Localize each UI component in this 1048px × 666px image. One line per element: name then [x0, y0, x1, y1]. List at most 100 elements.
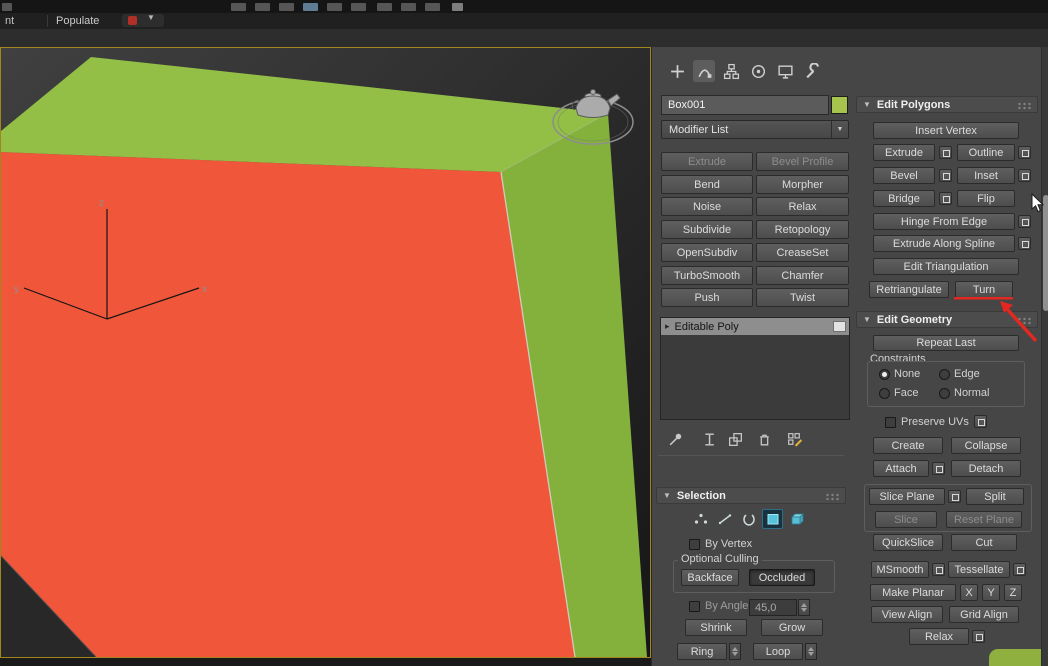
make-planar-x-button[interactable]: X: [960, 584, 978, 601]
collapse-button[interactable]: Collapse: [951, 437, 1021, 454]
modifier-stack[interactable]: ▸ Editable Poly: [660, 317, 850, 420]
subobject-element-button[interactable]: [786, 509, 807, 529]
subobject-border-button[interactable]: [738, 509, 759, 529]
modify-tab[interactable]: [693, 60, 715, 82]
extrude-settings-button[interactable]: [939, 146, 952, 159]
ring-spinner[interactable]: [729, 643, 741, 660]
preserve-uvs-checkbox[interactable]: [885, 417, 896, 428]
modifier-button-twist[interactable]: Twist: [756, 288, 849, 307]
bridge-button[interactable]: Bridge: [873, 190, 935, 207]
split-button[interactable]: Split: [966, 488, 1024, 505]
reset-plane-button[interactable]: Reset Plane: [946, 511, 1022, 528]
modifier-button-opensubdiv[interactable]: OpenSubdiv: [661, 243, 753, 262]
hierarchy-tab[interactable]: [720, 60, 742, 82]
modifier-button-push[interactable]: Push: [661, 288, 753, 307]
create-tab[interactable]: [666, 60, 688, 82]
modifier-list-dropdown[interactable]: Modifier List ▼: [661, 120, 849, 139]
modifier-button-morpher[interactable]: Morpher: [756, 175, 849, 194]
subobject-polygon-button[interactable]: [762, 509, 783, 529]
grid-align-button[interactable]: Grid Align: [949, 606, 1019, 623]
outline-settings-button[interactable]: [1018, 146, 1031, 159]
attach-button[interactable]: Attach: [873, 460, 929, 477]
pin-stack-button[interactable]: [667, 431, 684, 451]
shrink-button[interactable]: Shrink: [685, 619, 747, 636]
insert-vertex-button[interactable]: Insert Vertex: [873, 122, 1019, 139]
toolbar-partial-icon[interactable]: [303, 3, 318, 11]
backface-button[interactable]: Backface: [681, 569, 739, 586]
occluded-button[interactable]: Occluded: [749, 569, 815, 586]
ring-button[interactable]: Ring: [677, 643, 727, 660]
inset-button[interactable]: Inset: [957, 167, 1015, 184]
retriangulate-button[interactable]: Retriangulate: [869, 281, 949, 298]
toolbar-partial-icon[interactable]: [401, 3, 416, 11]
viewport-canvas[interactable]: z x y: [0, 48, 650, 658]
tessellate-button[interactable]: Tessellate: [948, 561, 1010, 578]
stack-item-editable-poly[interactable]: ▸ Editable Poly: [661, 318, 849, 335]
detach-button[interactable]: Detach: [951, 460, 1021, 477]
constraint-edge-radio[interactable]: [939, 369, 950, 380]
display-tab[interactable]: [774, 60, 796, 82]
extrude-along-spline-button[interactable]: Extrude Along Spline: [873, 235, 1015, 252]
by-angle-spinner[interactable]: [798, 599, 810, 616]
ribbon-minimize-button[interactable]: ▼: [122, 13, 164, 27]
subobject-vertex-button[interactable]: [690, 509, 711, 529]
make-planar-button[interactable]: Make Planar: [870, 584, 956, 601]
rollout-grip[interactable]: [825, 493, 840, 501]
selection-rollout-header[interactable]: ▼ Selection: [656, 487, 846, 504]
ribbon-tab-partial[interactable]: nt: [5, 15, 14, 27]
rollout-grip[interactable]: [1017, 102, 1032, 110]
slice-plane-button[interactable]: Slice Plane: [869, 488, 945, 505]
create-button[interactable]: Create: [873, 437, 943, 454]
relax-settings-button[interactable]: [972, 630, 985, 643]
by-vertex-checkbox[interactable]: [689, 539, 700, 550]
remove-modifier-button[interactable]: [756, 431, 773, 451]
quickslice-button[interactable]: QuickSlice: [873, 534, 943, 551]
hinge-from-edge-button[interactable]: Hinge From Edge: [873, 213, 1015, 230]
bridge-settings-button[interactable]: [939, 192, 952, 205]
stack-item-visibility-icon[interactable]: [833, 321, 846, 332]
object-name-field[interactable]: Box001: [661, 95, 829, 115]
motion-tab[interactable]: [747, 60, 769, 82]
toolbar-partial-icon[interactable]: [452, 3, 463, 11]
loop-button[interactable]: Loop: [753, 643, 803, 660]
object-color-swatch[interactable]: [831, 96, 848, 114]
box-front-face-red[interactable]: [1, 152, 575, 657]
constraint-normal-radio[interactable]: [939, 388, 950, 399]
make-planar-y-button[interactable]: Y: [982, 584, 1000, 601]
modifier-button-retopology[interactable]: Retopology: [756, 220, 849, 239]
edit-geometry-rollout-header[interactable]: ▼ Edit Geometry: [856, 311, 1038, 328]
modifier-button-turbosmooth[interactable]: TurboSmooth: [661, 266, 753, 285]
modifier-button-subdivide[interactable]: Subdivide: [661, 220, 753, 239]
modifier-button-noise[interactable]: Noise: [661, 197, 753, 216]
loop-spinner[interactable]: [805, 643, 817, 660]
constraint-face-radio[interactable]: [879, 388, 890, 399]
by-angle-value-field[interactable]: 45,0: [749, 599, 797, 616]
modifier-button-bevel-profile[interactable]: Bevel Profile: [756, 152, 849, 171]
flip-button[interactable]: Flip: [957, 190, 1015, 207]
bevel-settings-button[interactable]: [939, 169, 952, 182]
repeat-last-button[interactable]: Repeat Last: [873, 335, 1019, 351]
extrude-button[interactable]: Extrude: [873, 144, 935, 161]
turn-button[interactable]: Turn: [955, 281, 1013, 298]
modifier-button-bend[interactable]: Bend: [661, 175, 753, 194]
by-angle-checkbox[interactable]: [689, 601, 700, 612]
modifier-button-extrude[interactable]: Extrude: [661, 152, 753, 171]
tessellate-settings-button[interactable]: [1013, 563, 1026, 576]
make-planar-z-button[interactable]: Z: [1004, 584, 1022, 601]
rollout-grip[interactable]: [1017, 317, 1032, 325]
view-align-button[interactable]: View Align: [871, 606, 943, 623]
toolbar-partial-icon[interactable]: [425, 3, 440, 11]
modifier-button-creaseset[interactable]: CreaseSet: [756, 243, 849, 262]
viewport[interactable]: z x y: [0, 47, 651, 658]
hinge-from-edge-settings-button[interactable]: [1018, 215, 1031, 228]
toolbar-partial-icon[interactable]: [327, 3, 342, 11]
attach-settings-button[interactable]: [932, 462, 945, 475]
cut-button[interactable]: Cut: [951, 534, 1017, 551]
make-unique-button[interactable]: [727, 431, 744, 451]
msmooth-button[interactable]: MSmooth: [871, 561, 929, 578]
edit-polygons-rollout-header[interactable]: ▼ Edit Polygons: [856, 96, 1038, 113]
grow-button[interactable]: Grow: [761, 619, 823, 636]
edit-triangulation-button[interactable]: Edit Triangulation: [873, 258, 1019, 275]
preserve-uvs-settings-button[interactable]: [974, 415, 987, 428]
toolbar-partial-icon[interactable]: [2, 3, 12, 11]
